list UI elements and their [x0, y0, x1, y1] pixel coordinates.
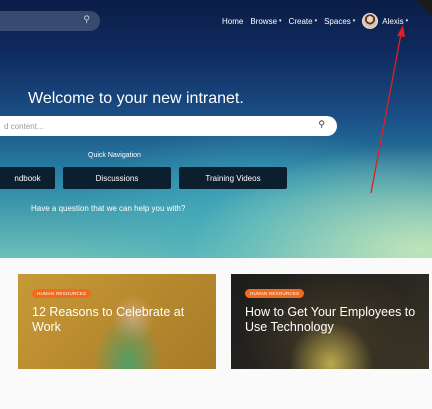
hero-banner: ⚲ Home Browse ▾ Create ▾ Spaces ▾ Alexis…	[0, 0, 432, 258]
handbook-button[interactable]: ndbook	[0, 167, 55, 189]
category-tag[interactable]: HUMAN RESOURCES	[32, 289, 92, 298]
nav-spaces-label: Spaces	[324, 16, 351, 26]
chevron-down-icon: ▾	[279, 18, 282, 24]
nav-spaces[interactable]: Spaces ▾	[324, 17, 355, 26]
discussions-button[interactable]: Discussions	[63, 167, 171, 189]
intranet-page: ⚲ Home Browse ▾ Create ▾ Spaces ▾ Alexis…	[0, 0, 432, 409]
nav-create[interactable]: Create ▾	[289, 17, 318, 26]
avatar[interactable]	[362, 13, 379, 29]
nav-home-label: Home	[222, 16, 244, 26]
nav-home[interactable]: Home	[222, 17, 243, 26]
nav-browse-label: Browse	[250, 16, 278, 26]
content-search-bar[interactable]: ⚲	[0, 116, 337, 136]
chevron-down-icon: ▾	[405, 18, 409, 24]
training-videos-button[interactable]: Training Videos	[179, 167, 287, 189]
quick-navigation-label: Quick Navigation	[88, 152, 141, 159]
nav-create-label: Create	[288, 16, 313, 26]
user-menu[interactable]: Alexis ▾	[362, 13, 408, 29]
nav-browse[interactable]: Browse ▾	[250, 17, 281, 26]
user-name: Alexis	[382, 16, 404, 26]
chevron-down-icon: ▾	[314, 18, 318, 24]
top-navigation: Home Browse ▾ Create ▾ Spaces ▾ Alexis ▾	[222, 13, 424, 29]
article-title[interactable]: 12 Reasons to Celebrate at Work	[32, 305, 212, 335]
content-search-input[interactable]	[4, 119, 304, 133]
help-question-text: Have a question that we can help you wit…	[31, 204, 186, 213]
search-icon[interactable]: ⚲	[83, 14, 90, 25]
search-icon[interactable]: ⚲	[318, 119, 325, 130]
article-title[interactable]: How to Get Your Employees to Use Technol…	[245, 305, 425, 335]
article-card[interactable]: HUMAN RESOURCES How to Get Your Employee…	[231, 274, 429, 369]
article-card[interactable]: HUMAN RESOURCES 12 Reasons to Celebrate …	[18, 274, 216, 369]
category-tag[interactable]: HUMAN RESOURCES	[245, 289, 305, 298]
welcome-heading: Welcome to your new intranet.	[28, 90, 244, 107]
chevron-down-icon: ▾	[352, 18, 356, 24]
top-search-bar[interactable]: ⚲	[0, 11, 100, 31]
